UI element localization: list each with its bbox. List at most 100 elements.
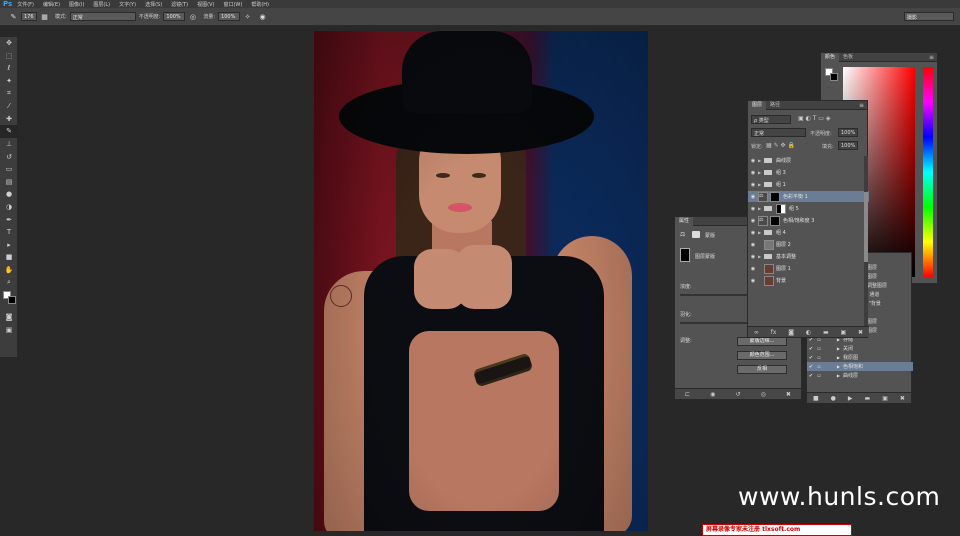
layers-scrollbar-thumb[interactable] xyxy=(864,192,868,262)
layer-row[interactable]: ◉ ▶ 组 4 xyxy=(748,227,869,238)
visibility-eye-icon[interactable]: ◉ xyxy=(748,278,758,284)
layer-row[interactable]: ◉ ▶ 组 1 xyxy=(748,179,869,190)
stop-icon[interactable]: ■ xyxy=(813,395,819,402)
stamp-tool-icon[interactable]: ⊥ xyxy=(0,138,18,151)
new-set-icon[interactable]: ▬ xyxy=(865,395,871,402)
layer-row[interactable]: ◉ ⚖ 色相/饱和度 3 xyxy=(748,215,869,226)
mask-icon[interactable]: ◙ xyxy=(788,329,794,336)
pressure-size-icon[interactable]: ◉ xyxy=(258,12,267,21)
layer-fill-input[interactable]: 100% xyxy=(838,141,858,150)
shape-tool-icon[interactable]: ■ xyxy=(0,251,18,264)
color-range-button[interactable]: 颜色范围... xyxy=(737,351,787,360)
pen-tool-icon[interactable]: ✒ xyxy=(0,213,18,226)
magic-wand-tool-icon[interactable]: ✦ xyxy=(0,75,18,88)
new-action-icon[interactable]: ▣ xyxy=(882,395,888,402)
hue-slider[interactable] xyxy=(923,67,933,277)
dialog-toggle-icon[interactable]: ▫ xyxy=(815,355,823,361)
background-color-swatch[interactable] xyxy=(830,73,838,81)
brush-tool-icon[interactable]: ✎ xyxy=(9,12,18,21)
eraser-tool-icon[interactable]: ▭ xyxy=(0,163,18,176)
layer-row[interactable]: ◉ ▶ 曲线层 xyxy=(748,155,869,166)
visibility-eye-icon[interactable]: ◉ xyxy=(748,182,758,188)
tab-properties[interactable]: 属性 xyxy=(675,216,694,226)
action-expand-icon[interactable]: ▶ xyxy=(823,346,843,351)
action-check-icon[interactable]: ✔ xyxy=(807,355,815,361)
action-row[interactable]: ✔ ▫ ▶ 色相饱和 xyxy=(807,362,913,371)
trash-icon[interactable]: ✖ xyxy=(858,329,863,336)
lock-icons[interactable]: ▦ ✎ ✥ 🔒 xyxy=(766,142,795,149)
trash-icon[interactable]: ✖ xyxy=(900,395,905,402)
visibility-eye-icon[interactable]: ◉ xyxy=(748,254,758,260)
layer-row[interactable]: ◉ ▶ 组 5 xyxy=(748,203,869,214)
delete-icon[interactable]: ✖ xyxy=(786,391,791,398)
dodge-tool-icon[interactable]: ◑ xyxy=(0,201,18,214)
visibility-icon[interactable]: ◎ xyxy=(761,391,766,398)
zoom-tool-icon[interactable]: ⌕ xyxy=(0,276,18,289)
tab-paths[interactable]: 路径 xyxy=(766,101,784,110)
menu-file[interactable]: 文件(F) xyxy=(17,1,34,8)
menu-image[interactable]: 图像(I) xyxy=(69,1,84,8)
menu-view[interactable]: 视图(V) xyxy=(197,1,214,8)
tab-swatches[interactable]: 色板 xyxy=(839,53,857,62)
view-previous-icon[interactable]: ◉ xyxy=(710,391,715,398)
menu-type[interactable]: 文字(Y) xyxy=(119,1,136,8)
mask-icon[interactable] xyxy=(692,231,700,238)
layer-row[interactable]: ◉ 图层 2 xyxy=(748,239,869,250)
marquee-tool-icon[interactable]: ⬚ xyxy=(0,50,18,63)
path-select-tool-icon[interactable]: ▸ xyxy=(0,239,18,252)
brush-tool-icon-active[interactable]: ✎ xyxy=(0,125,18,138)
clip-icon[interactable]: ⊏ xyxy=(685,391,690,398)
background-color-swatch[interactable] xyxy=(8,295,16,304)
eyedropper-tool-icon[interactable]: ⁄ xyxy=(0,100,18,113)
record-icon[interactable]: ● xyxy=(831,395,836,402)
link-icon[interactable]: ∞ xyxy=(754,329,759,336)
opacity-input[interactable]: 100% xyxy=(163,12,186,21)
filter-icons[interactable]: ▣ ◐ T ▭ ◈ xyxy=(798,115,830,122)
menu-layer[interactable]: 图层(L) xyxy=(93,1,110,8)
action-expand-icon[interactable]: ▶ xyxy=(823,373,843,378)
layers-scrollbar[interactable] xyxy=(864,156,868,326)
tab-layers[interactable]: 图层 xyxy=(748,100,767,110)
dialog-toggle-icon[interactable]: ▫ xyxy=(815,364,823,370)
menu-window[interactable]: 窗口(W) xyxy=(223,1,242,8)
brush-size-picker[interactable]: 176 xyxy=(21,12,37,21)
menu-help[interactable]: 帮助(H) xyxy=(251,1,269,8)
menu-edit[interactable]: 编辑(E) xyxy=(43,1,60,8)
layer-mask-thumbnail[interactable] xyxy=(770,215,780,226)
brush-panel-icon[interactable]: ▦ xyxy=(40,12,49,21)
crop-tool-icon[interactable]: ⌗ xyxy=(0,87,18,100)
lasso-tool-icon[interactable]: ℓ xyxy=(0,62,18,75)
move-tool-icon[interactable]: ✥ xyxy=(0,37,18,50)
visibility-eye-icon[interactable]: ◉ xyxy=(748,206,758,212)
hand-tool-icon[interactable]: ✋ xyxy=(0,264,18,277)
adjustment-icon[interactable]: ⚖ xyxy=(680,231,685,238)
fx-icon[interactable]: fx xyxy=(771,329,777,336)
action-row[interactable]: ✔ ▫ ▶ 曲线层 xyxy=(807,371,913,380)
visibility-eye-icon[interactable]: ◉ xyxy=(748,218,758,224)
blend-mode-select[interactable]: 正常 xyxy=(751,128,806,137)
adjustment-icon[interactable]: ◐ xyxy=(806,329,811,336)
mode-select[interactable]: 正常 xyxy=(69,12,136,21)
action-row[interactable]: ✔ ▫ ▶ 关闭 xyxy=(807,344,913,353)
quick-mask-icon[interactable]: ◙ xyxy=(0,311,18,324)
blur-tool-icon[interactable]: ● xyxy=(0,188,18,201)
play-icon[interactable]: ▶ xyxy=(848,395,853,402)
visibility-eye-icon[interactable]: ◉ xyxy=(748,266,758,272)
layer-kind-filter[interactable]: ρ 类型 xyxy=(751,115,791,124)
action-expand-icon[interactable]: ▶ xyxy=(823,355,843,360)
action-check-icon[interactable]: ✔ xyxy=(807,373,815,379)
dialog-toggle-icon[interactable]: ▫ xyxy=(815,346,823,352)
screen-mode-icon[interactable]: ▣ xyxy=(0,323,18,336)
layer-mask-thumbnail[interactable] xyxy=(770,191,780,202)
airbrush-icon[interactable]: ✧ xyxy=(243,12,252,21)
visibility-eye-icon[interactable]: ◉ xyxy=(748,170,758,176)
pressure-opacity-icon[interactable]: ◎ xyxy=(188,12,197,21)
visibility-eye-icon[interactable]: ◉ xyxy=(748,230,758,236)
reset-icon[interactable]: ↺ xyxy=(735,391,740,398)
workspace-select[interactable]: 摄影 xyxy=(904,12,954,21)
menu-filter[interactable]: 滤镜(T) xyxy=(171,1,188,8)
action-check-icon[interactable]: ✔ xyxy=(807,346,815,352)
invert-button[interactable]: 反相 xyxy=(737,365,787,374)
panel-menu-icon[interactable]: ≡ xyxy=(859,102,864,109)
healing-tool-icon[interactable]: ✚ xyxy=(0,113,18,126)
